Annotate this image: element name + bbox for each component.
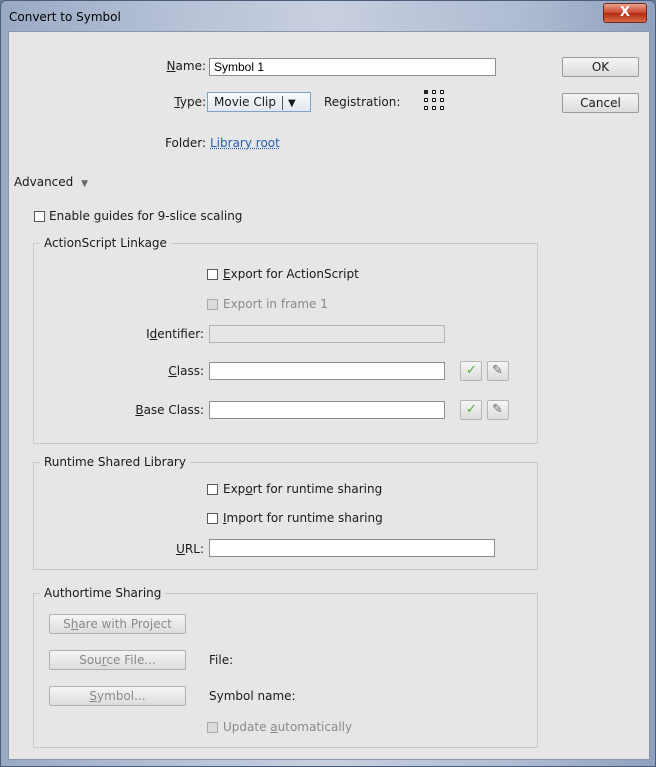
advanced-toggle[interactable]: Advanced ▼ — [14, 175, 88, 189]
identifier-input[interactable] — [209, 325, 445, 343]
checkmark-icon: ✓ — [466, 363, 477, 378]
symbol-button[interactable]: Symbol... — [49, 686, 186, 706]
import-runtime-checkbox[interactable] — [207, 513, 218, 524]
base-class-input[interactable] — [209, 401, 445, 419]
authortime-sharing-title: Authortime Sharing — [40, 586, 166, 600]
type-label: Type: — [174, 95, 206, 109]
url-input[interactable] — [209, 539, 495, 557]
cancel-button[interactable]: Cancel — [562, 93, 639, 113]
class-input[interactable] — [209, 362, 445, 380]
update-automatically-label: Update automatically — [223, 720, 353, 734]
dialog-title: Convert to Symbol — [9, 10, 121, 24]
dialog-window: Convert to Symbol X Name: Type: Movie Cl… — [0, 0, 656, 767]
update-automatically-checkbox[interactable] — [207, 722, 218, 733]
pencil-icon: ✎ — [492, 363, 503, 378]
export-runtime-label: Export for runtime sharing — [223, 482, 383, 496]
pencil-icon: ✎ — [492, 402, 503, 417]
export-frame1-label: Export in frame 1 — [223, 297, 328, 311]
class-label: Class: — [168, 364, 204, 378]
name-input[interactable] — [209, 58, 496, 76]
export-runtime-checkbox[interactable] — [207, 484, 218, 495]
edit-base-class-button[interactable]: ✎ — [487, 400, 509, 420]
import-runtime-label: Import for runtime sharing — [223, 511, 383, 525]
type-dropdown[interactable]: Movie Clip ▼ — [207, 92, 311, 112]
validate-class-button[interactable]: ✓ — [460, 361, 482, 381]
url-label: URL: — [176, 542, 204, 556]
type-value: Movie Clip — [214, 95, 276, 109]
close-button[interactable]: X — [603, 3, 647, 23]
identifier-label: Identifier: — [146, 327, 204, 341]
dropdown-arrow-icon: ▼ — [288, 98, 296, 109]
edit-class-button[interactable]: ✎ — [487, 361, 509, 381]
share-with-project-button[interactable]: Share with Project — [49, 614, 186, 634]
symbol-name-label: Symbol name: — [209, 689, 296, 703]
export-actionscript-checkbox[interactable] — [207, 269, 218, 280]
registration-label: Registration: — [324, 95, 401, 109]
triangle-down-icon: ▼ — [81, 179, 89, 189]
export-frame1-checkbox[interactable] — [207, 299, 218, 310]
checkmark-icon: ✓ — [466, 402, 477, 417]
title-bar[interactable]: Convert to Symbol X — [1, 1, 655, 31]
guides-checkbox[interactable] — [34, 211, 45, 222]
registration-grid-icon[interactable] — [424, 90, 444, 110]
file-label: File: — [209, 653, 234, 667]
ok-button[interactable]: OK — [562, 57, 639, 77]
guides-label: Enable guides for 9-slice scaling — [49, 209, 243, 223]
advanced-label: Advanced — [14, 175, 74, 189]
folder-link[interactable]: Library root — [210, 136, 280, 150]
source-file-button[interactable]: Source File... — [49, 650, 186, 670]
name-label: Name: — [166, 59, 206, 73]
validate-base-class-button[interactable]: ✓ — [460, 400, 482, 420]
dialog-body: Name: Type: Movie Clip ▼ Registration: Fo… — [8, 31, 650, 760]
export-actionscript-label: Export for ActionScript — [223, 267, 359, 281]
folder-label: Folder: — [165, 136, 206, 150]
runtime-shared-library-title: Runtime Shared Library — [40, 455, 190, 469]
base-class-label: Base Class: — [135, 403, 204, 417]
actionscript-linkage-title: ActionScript Linkage — [40, 236, 171, 250]
